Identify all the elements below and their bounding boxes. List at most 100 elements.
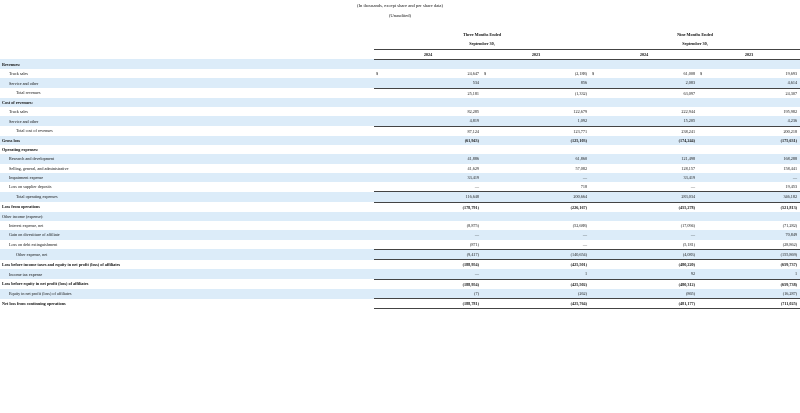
currency-symbol: $: [592, 71, 595, 76]
row-value: 122,679: [573, 109, 588, 114]
row-value: [490, 145, 590, 154]
currency-symbol: [374, 107, 382, 116]
currency-symbol: [374, 221, 382, 230]
row-value: [382, 59, 482, 69]
statement-units-note: (In thousands, except share and per shar…: [357, 3, 443, 8]
row-value: 718: [490, 182, 591, 193]
currency-symbol: [374, 202, 382, 212]
row-value: (521,813): [780, 204, 798, 210]
statement-row: Truck sales $24,647 $ (2,188) $61,008 $19,693: [0, 69, 800, 78]
row-value: 25,181: [467, 90, 479, 96]
currency-symbol: [590, 126, 598, 136]
currency-symbol: [374, 298, 382, 310]
row-value: [706, 211, 800, 221]
statement-row: Revenues:: [0, 59, 800, 69]
row-label: Loss from operations: [2, 204, 40, 210]
row-value: [382, 211, 482, 221]
statement-row: Loss from operations (178,791) (226,167) (4…: [0, 202, 800, 212]
currency-symbol: [698, 249, 707, 261]
currency-symbol: [590, 221, 598, 230]
currency-symbol: [698, 288, 707, 299]
row-value: 222,944: [681, 109, 696, 114]
currency-symbol: [374, 288, 382, 299]
currency-symbol: $: [484, 71, 487, 76]
row-value: 15,205: [598, 116, 699, 127]
row-value: 283,034: [598, 191, 699, 203]
row-value: 128,157: [681, 165, 696, 171]
row-value: 1: [706, 269, 800, 280]
row-value: —: [490, 172, 591, 182]
currency-symbol: [698, 230, 707, 240]
row-value: [706, 59, 800, 69]
row-value: (8,875): [466, 223, 479, 228]
currency-symbol: [698, 279, 706, 289]
currency-symbol: [590, 107, 598, 116]
currency-symbol: [482, 107, 490, 116]
row-value: (871): [382, 239, 482, 250]
row-value: 19,453: [706, 182, 800, 193]
row-value: (17,094): [680, 223, 696, 228]
row-label: Interest expense, net: [9, 223, 44, 228]
row-value: (2,188): [574, 71, 588, 76]
row-value: (52,688): [572, 223, 588, 228]
currency-symbol: [698, 59, 707, 69]
year-col-4: 2023: [698, 49, 800, 60]
statement-row: Truck sales 82,285 122,679 222,944 195,982: [0, 107, 800, 116]
row-value: [598, 59, 699, 69]
row-value: (155,869): [706, 249, 800, 261]
currency-symbol: [374, 154, 382, 164]
currency-symbol: [482, 211, 490, 221]
row-label: Total revenues: [16, 90, 41, 96]
currency-symbol: [590, 97, 599, 107]
row-label: Loss before income taxes and equity in n…: [2, 261, 121, 267]
row-value: 19,693: [785, 71, 798, 76]
row-label: Total operating expenses: [0, 191, 374, 202]
row-value: (262): [490, 288, 591, 299]
currency-symbol: [374, 182, 382, 193]
row-label: Loss on supplier deposits: [9, 184, 52, 190]
row-value: 24,307: [785, 90, 798, 96]
row-value: —: [598, 182, 699, 193]
row-value: —: [382, 230, 482, 240]
currency-symbol: [374, 59, 382, 69]
row-value: 238,241: [681, 128, 696, 134]
row-value: (188,781): [382, 298, 482, 310]
statement-row: Cost of revenues:: [0, 97, 800, 107]
row-value: (5,181): [598, 239, 699, 250]
currency-symbol: [482, 78, 490, 89]
row-value: (61,943): [382, 135, 482, 145]
currency-symbol: [482, 172, 490, 182]
currency-symbol: [590, 279, 598, 289]
row-label: Revenues:: [0, 59, 374, 69]
statement-row: Research and development 41,886 61,860 121,…: [0, 154, 800, 164]
currency-symbol: [590, 191, 599, 203]
row-value: (226,167): [570, 204, 588, 210]
currency-symbol: [374, 135, 382, 145]
currency-symbol: [590, 298, 599, 310]
row-value: [382, 145, 482, 154]
row-value: (425,502): [570, 281, 588, 287]
row-value: (425,501): [570, 262, 588, 267]
row-label: Net loss from continuing operations: [2, 301, 66, 306]
row-value: (16,287): [706, 288, 800, 299]
currency-symbol: [590, 164, 598, 173]
row-value: 33,419: [382, 172, 482, 182]
currency-symbol: [590, 154, 599, 164]
currency-symbol: [698, 298, 707, 310]
statement-row: Total operating expenses 116,648 200,664 28…: [0, 191, 800, 203]
row-label: Service and other: [0, 78, 374, 88]
currency-symbol: [590, 116, 599, 127]
row-label: Truck sales: [9, 71, 29, 76]
currency-symbol: [590, 239, 599, 250]
currency-symbol: [482, 135, 490, 145]
statement-row: Other income (expense):: [0, 211, 800, 221]
row-label: Loss on debt extinguishment: [9, 241, 58, 247]
row-value: 116,648: [382, 191, 482, 203]
currency-symbol: [698, 182, 707, 193]
row-value: (28,862): [706, 239, 800, 250]
row-value: [598, 97, 699, 107]
row-value: —: [382, 182, 482, 193]
row-value: (481,177): [598, 298, 699, 310]
row-value: 1,092: [490, 116, 591, 127]
currency-symbol: [698, 97, 707, 107]
